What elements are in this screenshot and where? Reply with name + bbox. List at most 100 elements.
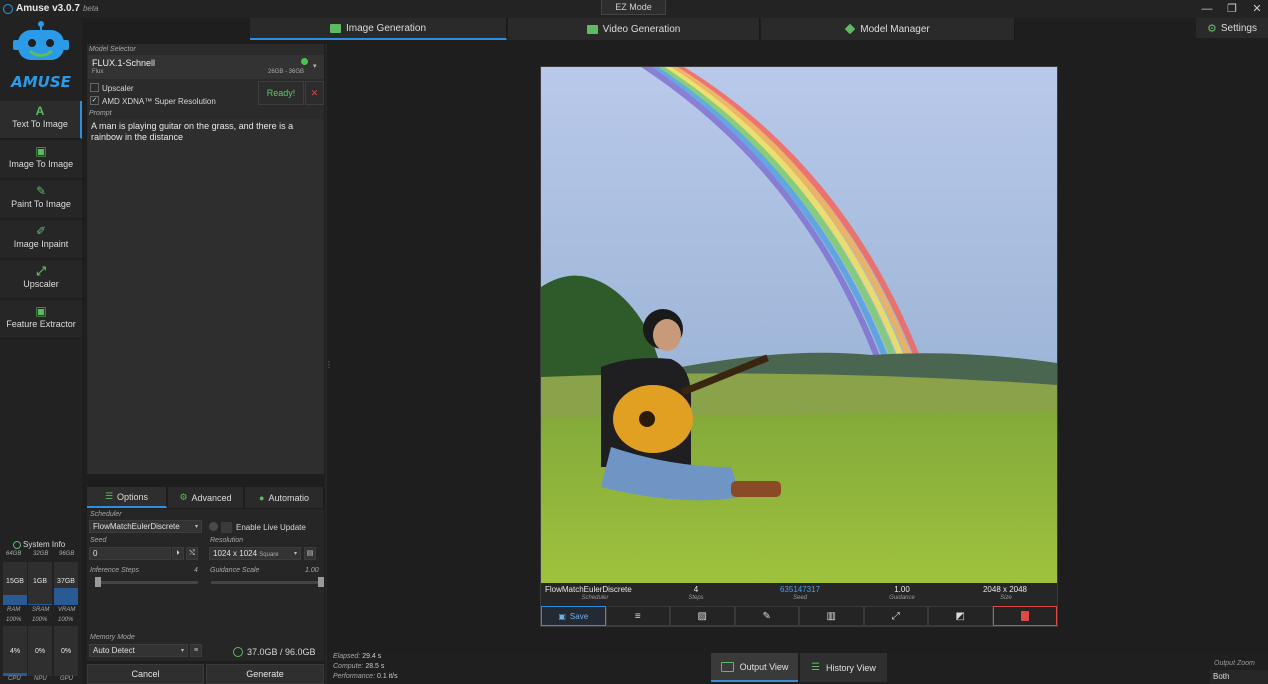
prompt-input[interactable] [88, 119, 324, 474]
scheduler-select[interactable]: FlowMatchEulerDiscrete ▾ [89, 520, 202, 533]
inference-steps-value: 4 [194, 567, 198, 574]
sidebar-item-image-inpaint[interactable]: ✐ Image Inpaint [0, 221, 82, 259]
super-resolution-checkbox[interactable]: ✓ [90, 96, 99, 105]
check-icon [13, 540, 21, 549]
upscaler-checkbox[interactable] [90, 83, 99, 92]
restore-button[interactable]: ❐ [1221, 2, 1243, 16]
unload-model-button[interactable]: ✕ [305, 81, 324, 105]
save-icon: ▣ [558, 611, 566, 621]
list-icon: ≡ [634, 610, 641, 622]
image-icon [329, 23, 341, 33]
app-title: Amuse v3.0.7 beta [16, 3, 99, 14]
memory-mode-select[interactable]: Auto Detect ▾ [89, 644, 188, 657]
ram-capacity: 64GB [6, 551, 22, 557]
sidebar-item-feature-extractor[interactable]: ▣ Feature Extractor [0, 301, 82, 339]
memory-mode-label: Memory Mode [90, 634, 135, 641]
generate-button[interactable]: Generate [206, 664, 324, 684]
ez-mode-button[interactable]: EZ Mode [601, 0, 666, 15]
result-steps: 4 [693, 585, 699, 594]
live-update-toggle[interactable] [209, 522, 218, 531]
gears-icon: ⚙ [179, 492, 188, 502]
delete-button[interactable] [992, 606, 1057, 626]
tab-image-generation[interactable]: Image Generation [250, 18, 507, 40]
model-name: FLUX.1-Schnell [92, 58, 156, 68]
cpu-label: CPU [8, 676, 21, 682]
tab-model-manager[interactable]: Model Manager [761, 18, 1015, 40]
model-selector-label: Model Selector [89, 46, 136, 53]
chevron-down-icon: ▾ [293, 551, 297, 557]
shuffle-icon[interactable]: ⤭ [186, 547, 198, 560]
super-resolution-label: AMD XDNA™ Super Resolution [102, 97, 216, 106]
splitter-grip-icon[interactable]: ⋮ [325, 360, 333, 369]
tab-video-generation[interactable]: Video Generation [508, 18, 760, 40]
ready-button[interactable]: Ready! [258, 81, 304, 105]
vram-meter: 37GB [54, 562, 78, 605]
image-toolbar: ▣ Save ≡ ▨ ✎ ▥ ⤢ ◩ [541, 606, 1057, 626]
send-to-paint-button[interactable]: ✎ [734, 606, 799, 626]
expand-icon: ⤢ [891, 610, 900, 622]
seed-label: Seed [90, 537, 107, 544]
result-size: 2048 x 2048 [982, 585, 1028, 594]
vram-meter-fill [54, 588, 78, 605]
gpu-value: 0% [60, 648, 72, 655]
ram-meter-fill [3, 595, 27, 605]
monitor-icon [720, 661, 734, 672]
resolution-label: Resolution [210, 537, 244, 544]
list-icon: ☰ [811, 662, 821, 673]
text-icon: A [35, 104, 45, 118]
result-seed[interactable]: 635147317 [770, 585, 830, 594]
compare-button[interactable]: ◩ [928, 606, 993, 626]
result-guidance: 1.00 [894, 585, 910, 594]
result-size-label: Size [1000, 595, 1012, 601]
inference-steps-thumb[interactable] [95, 577, 102, 587]
stack-icon [844, 23, 856, 35]
close-button[interactable]: ✕ [1246, 2, 1268, 16]
vram-value: 37GB [57, 578, 75, 585]
prompt-text: A man is playing guitar on the grass, an… [91, 121, 294, 142]
live-update-checkbox[interactable] [221, 522, 232, 533]
result-scheduler: FlowMatchEulerDiscrete [545, 585, 632, 594]
robot-icon: ● [259, 492, 265, 503]
chevron-down-icon: ▾ [180, 648, 184, 654]
send-to-image-button[interactable]: ▨ [670, 606, 735, 626]
ram-pct: 100% [6, 617, 22, 623]
sidebar-item-paint-to-image[interactable]: ✎ Paint To Image [0, 181, 82, 219]
seed-reset-icon[interactable]: ⏵ [172, 547, 184, 560]
film-icon [586, 24, 598, 34]
inference-steps-slider[interactable] [95, 577, 198, 587]
result-seed-label: Seed [792, 595, 807, 601]
cancel-button[interactable]: Cancel [87, 664, 204, 684]
ram-label: RAM [7, 607, 21, 613]
output-zoom-label: Output Zoom [1214, 660, 1255, 667]
model-family: Flux [92, 69, 104, 75]
sram-value: 1GB [32, 578, 47, 585]
sidebar-item-image-to-image[interactable]: ▣ Image To Image [0, 141, 82, 179]
save-button[interactable]: ▣ Save [541, 606, 606, 626]
result-steps-label: Steps [688, 595, 704, 601]
sidebar-item-upscaler[interactable]: ⤢ Upscaler [0, 261, 82, 299]
tab-automation[interactable]: ● Automatio [245, 487, 324, 508]
chevron-down-icon[interactable]: ▾ [313, 62, 317, 70]
details-button[interactable]: ≡ [605, 606, 670, 626]
output-view-button[interactable]: Output View [711, 653, 798, 682]
generated-image[interactable] [541, 67, 1057, 583]
inference-steps-label: Inference Steps [90, 567, 140, 574]
edit-icon: ✐ [35, 224, 47, 238]
send-to-video-button[interactable]: ▥ [799, 606, 864, 626]
history-view-button[interactable]: ☰ History View [800, 653, 887, 682]
resolution-select[interactable]: 1024 x 1024 Square ▾ [209, 547, 301, 560]
minimize-button[interactable]: — [1196, 2, 1218, 16]
guidance-scale-thumb[interactable] [318, 577, 324, 587]
tab-advanced[interactable]: ⚙ Advanced [168, 487, 244, 508]
sidebar-item-text-to-image[interactable]: A Text To Image [0, 101, 82, 139]
calculator-icon[interactable]: ▤ [304, 547, 316, 560]
send-to-upscale-button[interactable]: ⤢ [863, 606, 928, 626]
seed-input[interactable]: 0 [89, 547, 171, 560]
output-zoom-select[interactable]: Both [1210, 670, 1268, 684]
memory-settings-icon[interactable]: ≡ [190, 644, 202, 657]
sram-pct: 100% [32, 617, 48, 623]
gpu-label: GPU [60, 676, 74, 682]
settings-button[interactable]: ⚙ Settings [1196, 18, 1268, 38]
tab-options[interactable]: ☰ Options [87, 487, 167, 508]
guidance-scale-slider[interactable] [211, 577, 324, 587]
